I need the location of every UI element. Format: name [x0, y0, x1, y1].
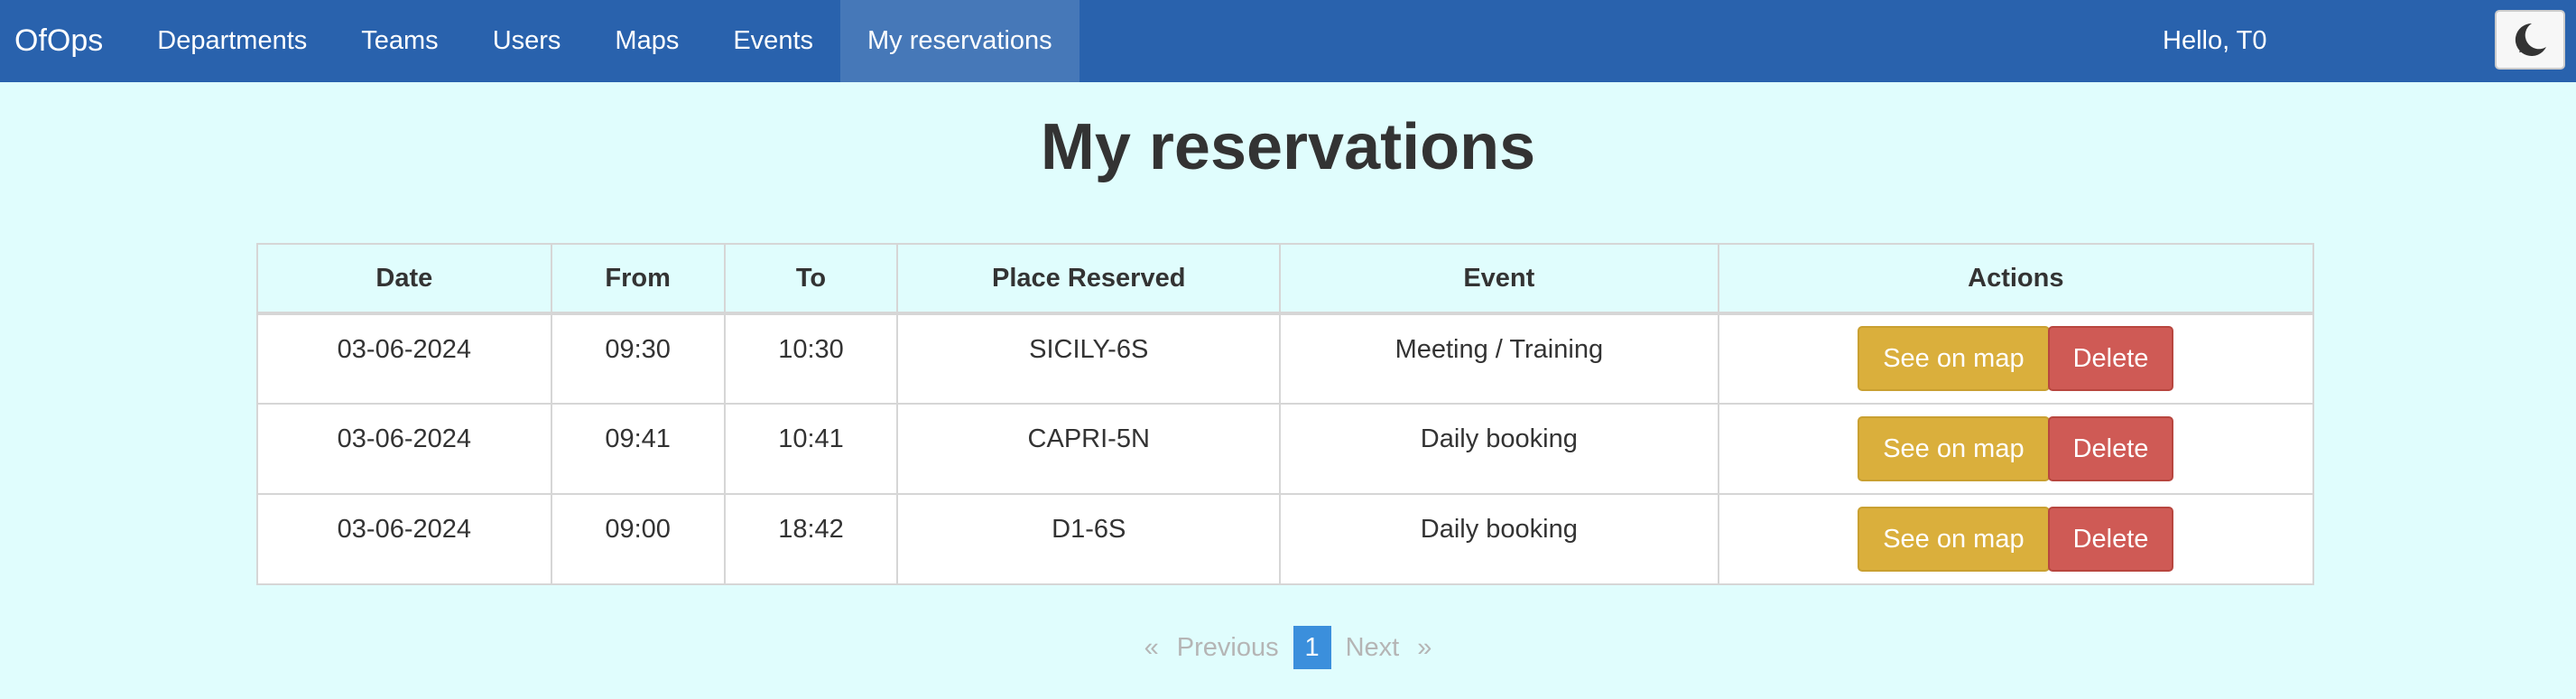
cell-event: Meeting / Training: [1279, 312, 1719, 405]
cell-from: 09:00: [550, 493, 726, 585]
cell-actions: See on map Delete: [1717, 403, 2315, 495]
cell-from: 09:30: [550, 312, 726, 405]
cell-place: D1-6S: [896, 493, 1282, 585]
header-from: From: [550, 243, 726, 315]
previous-arrow-icon[interactable]: «: [1135, 633, 1168, 663]
see-on-map-button[interactable]: See on map: [1858, 326, 2050, 391]
header-to: To: [723, 243, 899, 315]
moon-icon: [2515, 23, 2546, 56]
delete-button[interactable]: Delete: [2047, 326, 2174, 391]
cell-date: 03-06-2024: [256, 403, 552, 495]
nav-my-reservations[interactable]: My reservations: [840, 0, 1080, 82]
delete-button[interactable]: Delete: [2047, 506, 2174, 572]
cell-from: 09:41: [550, 403, 726, 495]
cell-place: SICILY-6S: [896, 312, 1282, 405]
cell-date: 03-06-2024: [256, 493, 552, 585]
cell-date: 03-06-2024: [256, 312, 552, 405]
see-on-map-button[interactable]: See on map: [1858, 506, 2050, 572]
nav-maps[interactable]: Maps: [588, 0, 706, 82]
cell-place: CAPRI-5N: [896, 403, 1282, 495]
header-actions: Actions: [1717, 243, 2315, 315]
user-greeting: Hello, T0: [2163, 26, 2267, 55]
nav-users[interactable]: Users: [466, 0, 588, 82]
table-header-row: Date From To Place Reserved Event Action…: [256, 243, 2315, 315]
delete-button[interactable]: Delete: [2047, 415, 2174, 481]
header-place-reserved: Place Reserved: [896, 243, 1282, 315]
page-title: My reservations: [1040, 111, 1536, 183]
header-date: Date: [256, 243, 552, 315]
reservations-table: Date From To Place Reserved Event Action…: [256, 243, 2315, 585]
navbar: OfOps Departments Teams Users Maps Event…: [0, 0, 2576, 82]
nav-departments[interactable]: Departments: [130, 0, 334, 82]
table-row: 03-06-2024 09:30 10:30 SICILY-6S Meeting…: [256, 312, 2315, 405]
cell-actions: See on map Delete: [1717, 493, 2315, 585]
theme-toggle-button[interactable]: [2495, 10, 2565, 70]
table-row: 03-06-2024 09:00 18:42 D1-6S Daily booki…: [256, 493, 2315, 585]
next-page-link[interactable]: Next: [1337, 633, 1409, 663]
table-row: 03-06-2024 09:41 10:41 CAPRI-5N Daily bo…: [256, 403, 2315, 495]
brand-logo[interactable]: OfOps: [14, 23, 103, 59]
cell-to: 10:41: [723, 403, 899, 495]
header-event: Event: [1279, 243, 1719, 315]
nav-events[interactable]: Events: [706, 0, 840, 82]
cell-actions: See on map Delete: [1717, 312, 2315, 405]
cell-to: 10:30: [723, 312, 899, 405]
cell-to: 18:42: [723, 493, 899, 585]
next-arrow-icon[interactable]: »: [1408, 633, 1441, 663]
see-on-map-button[interactable]: See on map: [1858, 415, 2050, 481]
nav-teams[interactable]: Teams: [334, 0, 465, 82]
cell-event: Daily booking: [1279, 493, 1719, 585]
cell-event: Daily booking: [1279, 403, 1719, 495]
previous-page-link[interactable]: Previous: [1168, 633, 1288, 663]
page-number-button[interactable]: 1: [1293, 626, 1331, 669]
pagination: « Previous 1 Next »: [0, 625, 2576, 670]
